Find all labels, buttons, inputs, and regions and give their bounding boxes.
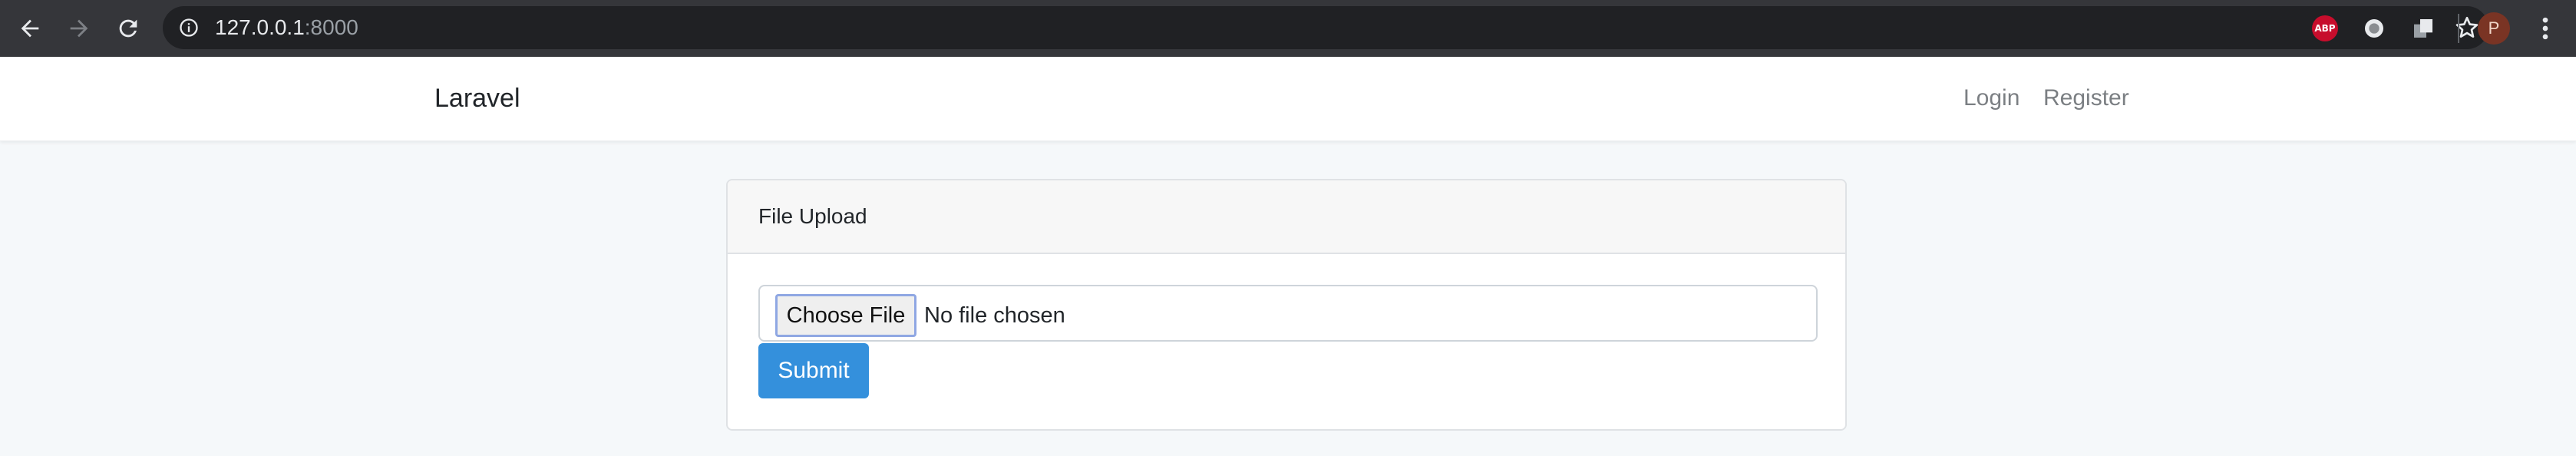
address-bar[interactable]: 127.0.0.1:8000: [163, 6, 2488, 49]
card-header: File Upload: [728, 180, 1845, 254]
file-upload-card: File Upload Choose File No file chosen S…: [726, 179, 1847, 431]
adblock-extension-button[interactable]: ABP: [2309, 12, 2341, 45]
url-port: :8000: [304, 15, 358, 39]
nav-register-link[interactable]: Register: [2043, 84, 2129, 112]
forward-arrow-icon: [70, 19, 88, 38]
back-button[interactable]: [9, 8, 51, 49]
file-status-text: No file chosen: [924, 303, 1065, 328]
toolbar-divider: [2458, 14, 2459, 43]
submit-button[interactable]: Submit: [758, 343, 869, 398]
url-text[interactable]: 127.0.0.1:8000: [215, 17, 358, 38]
card-title: File Upload: [758, 204, 867, 228]
brand-link[interactable]: Laravel: [434, 83, 520, 114]
reload-icon: [119, 19, 137, 38]
back-arrow-icon: [21, 19, 39, 38]
adblock-icon: ABP: [2312, 15, 2338, 41]
forward-button[interactable]: [58, 8, 100, 49]
circle-extension-icon: [2365, 19, 2383, 38]
choose-file-button[interactable]: Choose File: [775, 294, 916, 337]
info-icon[interactable]: [178, 17, 200, 38]
file-input[interactable]: Choose File No file chosen: [758, 285, 1818, 342]
reload-button[interactable]: [107, 8, 149, 49]
extension-button[interactable]: [2407, 12, 2439, 45]
profile-avatar[interactable]: P: [2478, 12, 2510, 45]
kebab-menu-icon[interactable]: [2530, 11, 2561, 46]
app-navbar: Laravel Login Register: [0, 57, 2576, 141]
nav-login-link[interactable]: Login: [1963, 84, 2020, 112]
url-host: 127.0.0.1: [215, 15, 305, 39]
browser-toolbar: 127.0.0.1:8000 ABP P: [0, 0, 2576, 57]
copy-extension-icon: [2414, 19, 2432, 38]
extension-button[interactable]: [2358, 12, 2390, 45]
